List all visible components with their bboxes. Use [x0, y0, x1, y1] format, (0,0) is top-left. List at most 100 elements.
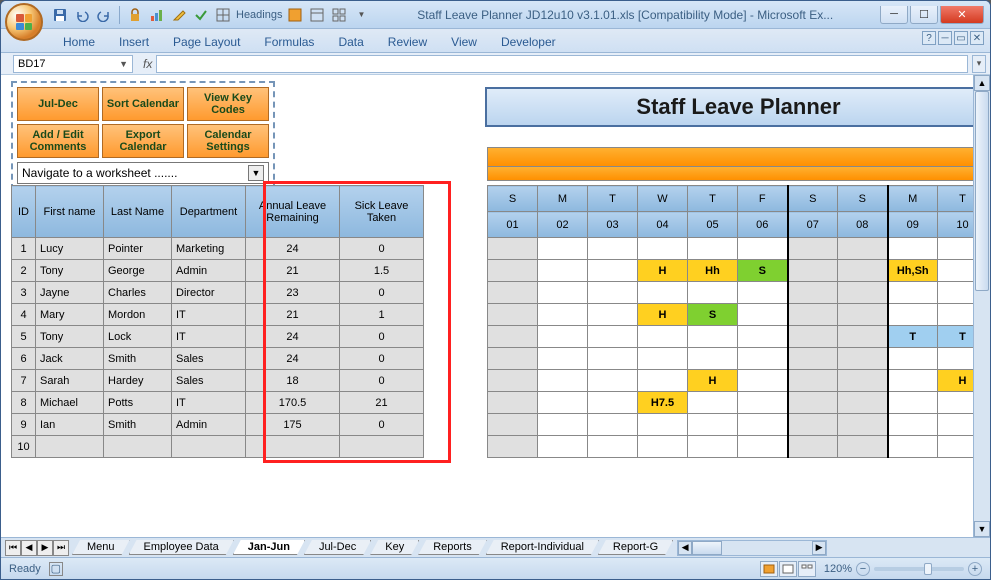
cell-id[interactable]: 5	[12, 326, 36, 348]
cal-cell[interactable]	[488, 436, 538, 458]
cal-date-header[interactable]: 05	[688, 212, 738, 238]
cell-dept[interactable]: Admin	[172, 414, 246, 436]
table-row[interactable]: 9 Ian Smith Admin 175 0	[12, 414, 424, 436]
tab-home[interactable]: Home	[51, 32, 107, 52]
tab-nav-first-icon[interactable]: ⏮	[5, 540, 21, 556]
cal-cell[interactable]	[738, 370, 788, 392]
cal-cell[interactable]	[638, 238, 688, 260]
formula-input[interactable]	[156, 55, 968, 73]
cal-date-header[interactable]: 01	[488, 212, 538, 238]
cell-first[interactable]: Sarah	[36, 370, 104, 392]
name-box[interactable]: BD17▼	[13, 55, 133, 73]
cell-first[interactable]: Ian	[36, 414, 104, 436]
cal-day-header[interactable]: S	[788, 186, 838, 212]
cal-cell[interactable]	[788, 414, 838, 436]
fx-icon[interactable]: fx	[143, 57, 152, 71]
cal-cell[interactable]	[488, 238, 538, 260]
cal-cell[interactable]	[738, 282, 788, 304]
tab-nav-next-icon[interactable]: ▶	[37, 540, 53, 556]
cell-id[interactable]: 9	[12, 414, 36, 436]
sheet-tab-employee-data[interactable]: Employee Data	[129, 540, 234, 555]
cal-cell[interactable]: Hh,Sh	[888, 260, 938, 282]
cal-cell[interactable]	[688, 282, 738, 304]
cell-annual[interactable]: 24	[246, 326, 340, 348]
view-normal-status-icon[interactable]	[760, 561, 778, 577]
cal-cell[interactable]: H	[638, 260, 688, 282]
sheet-tab-report-g[interactable]: Report-G	[598, 540, 673, 555]
navigate-worksheet-dropdown[interactable]: Navigate to a worksheet ....... ▼	[17, 162, 269, 184]
cell-first[interactable]: Michael	[36, 392, 104, 414]
cal-cell[interactable]	[738, 392, 788, 414]
col-annual-leave[interactable]: Annual Leave Remaining	[246, 186, 340, 238]
cal-cell[interactable]	[588, 260, 638, 282]
cal-date-header[interactable]: 09	[888, 212, 938, 238]
cal-cell[interactable]	[488, 260, 538, 282]
cal-cell[interactable]	[888, 282, 938, 304]
undo-icon[interactable]	[73, 6, 91, 24]
cal-cell[interactable]: S	[688, 304, 738, 326]
cell-dept[interactable]: Sales	[172, 348, 246, 370]
cal-cell[interactable]	[588, 282, 638, 304]
cell-first[interactable]: Jack	[36, 348, 104, 370]
cell-first[interactable]: Tony	[36, 326, 104, 348]
cal-cell[interactable]	[538, 414, 588, 436]
cell-annual[interactable]: 24	[246, 348, 340, 370]
namebox-dropdown-icon[interactable]: ▼	[119, 59, 128, 69]
cal-day-header[interactable]: W	[638, 186, 688, 212]
cell-id[interactable]: 6	[12, 348, 36, 370]
cal-cell[interactable]	[788, 326, 838, 348]
formula-expand-icon[interactable]: ▾	[972, 55, 986, 73]
cal-cell[interactable]	[838, 348, 888, 370]
cell-first[interactable]: Mary	[36, 304, 104, 326]
cell-first[interactable]: Tony	[36, 260, 104, 282]
cal-cell[interactable]	[688, 436, 738, 458]
cal-cell[interactable]	[588, 370, 638, 392]
tab-nav-last-icon[interactable]: ⏭	[53, 540, 69, 556]
cal-day-header[interactable]: M	[538, 186, 588, 212]
cell-last[interactable]: Charles	[104, 282, 172, 304]
cell-dept[interactable]: IT	[172, 392, 246, 414]
cell-id[interactable]: 8	[12, 392, 36, 414]
cal-date-header[interactable]: 07	[788, 212, 838, 238]
view-key-codes-button[interactable]: View Key Codes	[187, 87, 269, 121]
cal-cell[interactable]	[538, 304, 588, 326]
cal-day-header[interactable]: T	[688, 186, 738, 212]
cell-sick[interactable]: 0	[340, 326, 424, 348]
cal-cell[interactable]	[738, 238, 788, 260]
cell-annual[interactable]: 24	[246, 238, 340, 260]
headings-toggle[interactable]: Headings	[236, 6, 282, 24]
cal-cell[interactable]	[838, 238, 888, 260]
cell-dept[interactable]: Sales	[172, 370, 246, 392]
cell-sick[interactable]	[340, 436, 424, 458]
table-row[interactable]: 5 Tony Lock IT 24 0	[12, 326, 424, 348]
cal-cell[interactable]	[688, 238, 738, 260]
table-row[interactable]: 2 Tony George Admin 21 1.5	[12, 260, 424, 282]
ribbon-help-icon[interactable]: ?	[922, 31, 936, 45]
table-row[interactable]: 6 Jack Smith Sales 24 0	[12, 348, 424, 370]
zoom-in-icon[interactable]: +	[968, 562, 982, 576]
chart-icon[interactable]	[148, 6, 166, 24]
cell-id[interactable]: 1	[12, 238, 36, 260]
cell-last[interactable]: Mordon	[104, 304, 172, 326]
cell-last[interactable]: Smith	[104, 414, 172, 436]
cell-last[interactable]: Potts	[104, 392, 172, 414]
cal-cell[interactable]	[688, 414, 738, 436]
cal-cell[interactable]	[788, 282, 838, 304]
cal-cell[interactable]	[538, 282, 588, 304]
cell-id[interactable]: 7	[12, 370, 36, 392]
zoom-out-icon[interactable]: −	[856, 562, 870, 576]
cal-cell[interactable]	[588, 238, 638, 260]
table-row[interactable]: 8 Michael Potts IT 170.5 21	[12, 392, 424, 414]
cal-cell[interactable]	[588, 414, 638, 436]
cal-cell[interactable]	[688, 326, 738, 348]
cal-date-header[interactable]: 02	[538, 212, 588, 238]
hscroll-thumb[interactable]	[692, 541, 722, 555]
cell-sick[interactable]: 21	[340, 392, 424, 414]
cal-cell[interactable]	[538, 392, 588, 414]
save-icon[interactable]	[51, 6, 69, 24]
pencil-icon[interactable]	[170, 6, 188, 24]
view-layout-status-icon[interactable]	[779, 561, 797, 577]
cal-cell[interactable]	[788, 348, 838, 370]
ribbon-restore-icon[interactable]: ▭	[954, 31, 968, 45]
cal-cell[interactable]	[888, 436, 938, 458]
